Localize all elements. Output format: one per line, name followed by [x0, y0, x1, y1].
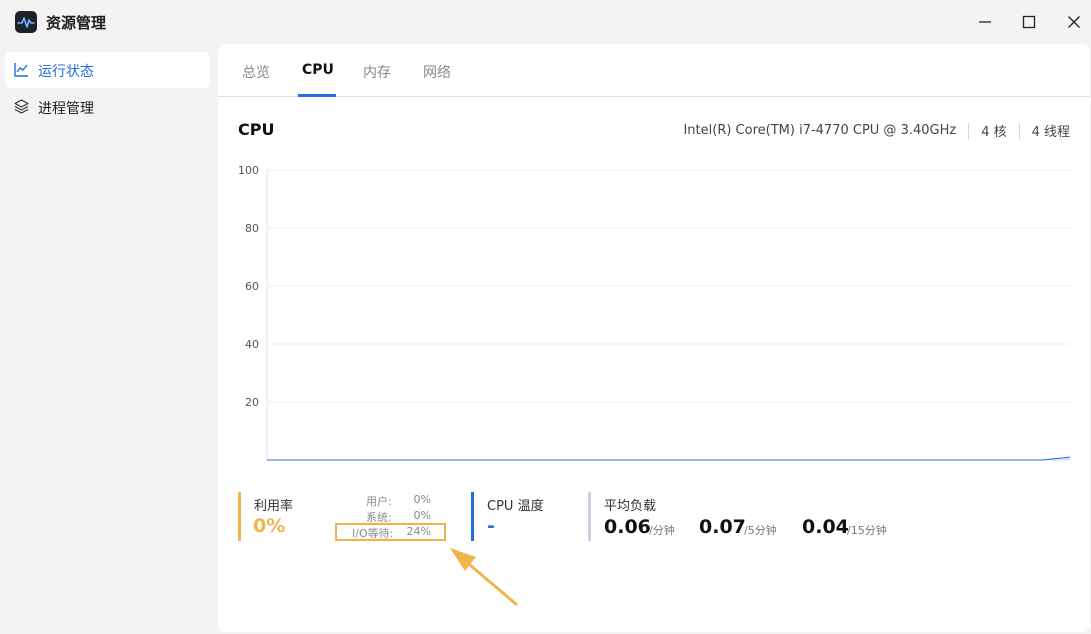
utilization-label: 利用率 — [254, 499, 294, 514]
iowait-highlight-box — [335, 523, 446, 541]
load-1min-value: 0.06 — [604, 516, 651, 538]
divider — [968, 122, 970, 139]
sidebar-item-processes[interactable]: 进程管理 — [5, 89, 210, 125]
cpu-info: Intel(R) Core(TM) i7-4770 CPU @ 3.40GHz … — [683, 121, 1070, 140]
temperature-accent-bar — [471, 492, 474, 541]
divider — [1018, 122, 1020, 139]
system-usage-value: 0% — [413, 509, 431, 522]
utilization-accent-bar — [238, 492, 241, 541]
minimize-icon — [979, 21, 991, 23]
load-1min-unit: /分钟 — [649, 524, 675, 537]
tab-network[interactable]: 网络 — [423, 62, 451, 82]
sidebar-item-label: 进程管理 — [38, 101, 94, 117]
line-chart-icon — [14, 62, 29, 81]
close-icon — [1068, 16, 1080, 28]
sidebar-item-status[interactable]: 运行状态 — [5, 52, 210, 88]
title-bar: 资源管理 — [0, 0, 1091, 44]
sidebar-item-label: 运行状态 — [38, 64, 94, 80]
load-15min-unit: /15分钟 — [847, 524, 887, 537]
load-5min-value: 0.07 — [699, 516, 746, 538]
load-label: 平均负载 — [604, 499, 657, 514]
maximize-button[interactable] — [1014, 8, 1044, 36]
minimize-button[interactable] — [970, 8, 1000, 36]
app-title: 资源管理 — [46, 14, 107, 32]
y-tick-label: 60 — [245, 280, 259, 293]
y-tick-label: 20 — [245, 396, 259, 409]
tab-bar: 总览 CPU 内存 网络 — [218, 44, 1090, 97]
main-panel: 总览 CPU 内存 网络 CPU Intel(R) Core(TM) i7-47… — [218, 44, 1090, 632]
cpu-heading: CPU — [238, 120, 275, 139]
temperature-value: - — [487, 515, 495, 537]
utilization-value: 0% — [253, 515, 286, 537]
temperature-label: CPU 温度 — [487, 499, 544, 514]
cpu-threads: 4 线程 — [1031, 125, 1070, 140]
load-accent-bar — [588, 492, 591, 541]
close-button[interactable] — [1059, 8, 1089, 36]
load-5min-unit: /5分钟 — [744, 524, 777, 537]
y-tick-label: 100 — [238, 164, 259, 177]
sidebar: 运行状态 进程管理 — [0, 44, 218, 634]
tab-cpu[interactable]: CPU — [302, 62, 334, 78]
user-usage-row: 用户: 0% — [366, 493, 431, 509]
cpu-usage-chart: 100 80 60 40 20 — [238, 164, 1071, 461]
y-tick-label: 40 — [245, 338, 259, 351]
user-usage-value: 0% — [413, 493, 431, 506]
cpu-model: Intel(R) Core(TM) i7-4770 CPU @ 3.40GHz — [683, 123, 957, 138]
tab-overview[interactable]: 总览 — [242, 62, 270, 82]
maximize-icon — [1022, 15, 1036, 29]
tab-memory[interactable]: 内存 — [363, 62, 391, 82]
cpu-cores: 4 核 — [981, 125, 1007, 140]
cpu-usage-line — [267, 456, 1071, 461]
y-tick-label: 80 — [245, 222, 259, 235]
layers-icon — [14, 99, 29, 118]
user-usage-label: 用户: — [366, 495, 392, 508]
activity-waveform-icon — [15, 11, 37, 33]
load-15min-value: 0.04 — [802, 516, 849, 538]
active-tab-indicator — [298, 94, 336, 97]
